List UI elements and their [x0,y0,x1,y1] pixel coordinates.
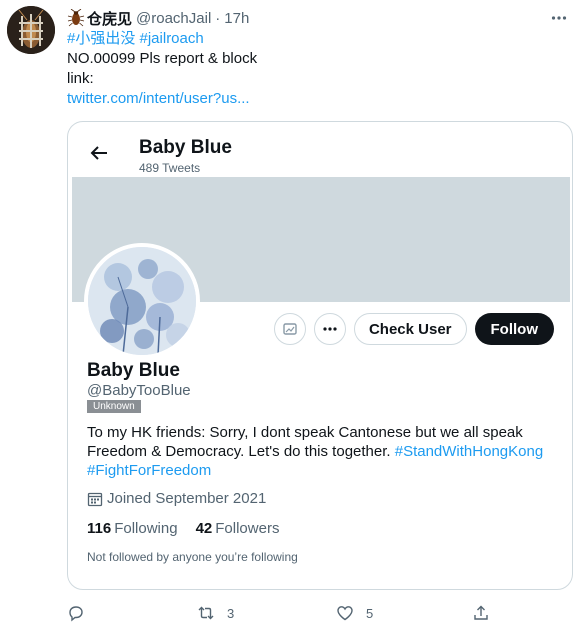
bio-line: Freedom & Democracy. Let's do this toget… [87,442,557,461]
status-badge: Unknown [87,400,141,413]
roach-avatar-icon [7,6,55,54]
floral-profile-image [88,247,196,355]
tweet-actions: 3 5 [67,601,567,625]
card-header: Baby Blue 489 Tweets [72,126,570,178]
share-icon [474,605,488,620]
following-label: Following [114,520,178,537]
separator-dot: · [215,9,221,27]
message-button[interactable] [273,313,306,345]
more-options-button[interactable] [547,6,571,30]
author-handle[interactable]: @roachJail [136,10,211,27]
roach-emoji-icon [67,9,85,27]
retweet-count: 3 [227,605,235,621]
card-header-name: Baby Blue [139,137,232,158]
author-display-name[interactable]: 仓庑见 [87,8,132,29]
tweet-link[interactable]: twitter.com/intent/user?us... [67,89,567,109]
retweet-button[interactable]: 3 [197,601,234,625]
more-horizontal-icon [323,327,337,331]
joined-date: Joined September 2021 [87,490,266,507]
message-icon [283,323,297,335]
tweet-hashtags[interactable]: #小强出没 #jailroach [67,29,567,49]
hashtag-link[interactable]: #StandWithHongKong [395,443,543,460]
following-stat[interactable]: 116 Following [87,520,178,537]
tweet-count: 489 Tweets [139,161,201,175]
author-avatar[interactable] [7,6,55,54]
tweet-text-line: NO.00099 Pls report & block [67,50,258,67]
profile-picture[interactable] [84,243,200,359]
tweet-text-line: link: [67,70,94,87]
following-count: 116 [87,520,112,537]
reply-button[interactable] [67,601,97,625]
heart-icon [337,606,353,621]
not-followed-notice: Not followed by anyone you’re following [87,550,298,564]
hashtag-link[interactable]: #FightForFreedom [87,461,557,480]
followers-label: Followers [215,520,280,537]
profile-actions: Check User Follow [273,312,554,346]
tweet-timestamp[interactable]: 17h [224,10,249,27]
bio-line: To my HK friends: Sorry, I dont speak Ca… [87,424,523,441]
tweet: 仓庑见 @roachJail · 17h #小强出没 #jailroach NO… [0,0,581,636]
followers-count: 42 [195,520,213,537]
calendar-icon [87,492,103,506]
followers-stat[interactable]: 42 Followers [196,520,280,537]
like-count: 5 [366,605,374,621]
retweet-icon [198,606,214,620]
profile-bio: To my HK friends: Sorry, I dont speak Ca… [87,423,557,480]
more-profile-options-button[interactable] [313,313,346,345]
profile-card[interactable]: Baby Blue 489 Tweets Check User Follow B… [67,121,573,590]
like-button[interactable]: 5 [336,601,373,625]
follow-stats: 116 Following 42 Followers [87,520,297,537]
reply-icon [69,606,83,622]
back-arrow-icon[interactable] [88,142,110,164]
check-user-button[interactable]: Check User [353,313,467,345]
tweet-header: 仓庑见 @roachJail · 17h [67,8,249,28]
joined-text: Joined September 2021 [107,490,267,507]
share-button[interactable] [472,601,490,625]
tweet-text: #小强出没 #jailroach NO.00099 Pls report & b… [67,29,567,109]
profile-handle: @BabyTooBlue [87,382,191,399]
profile-name: Baby Blue [87,360,180,381]
more-horizontal-icon [551,16,567,20]
bio-text: Freedom & Democracy. Let's do this toget… [87,443,395,460]
follow-button[interactable]: Follow [474,313,554,345]
